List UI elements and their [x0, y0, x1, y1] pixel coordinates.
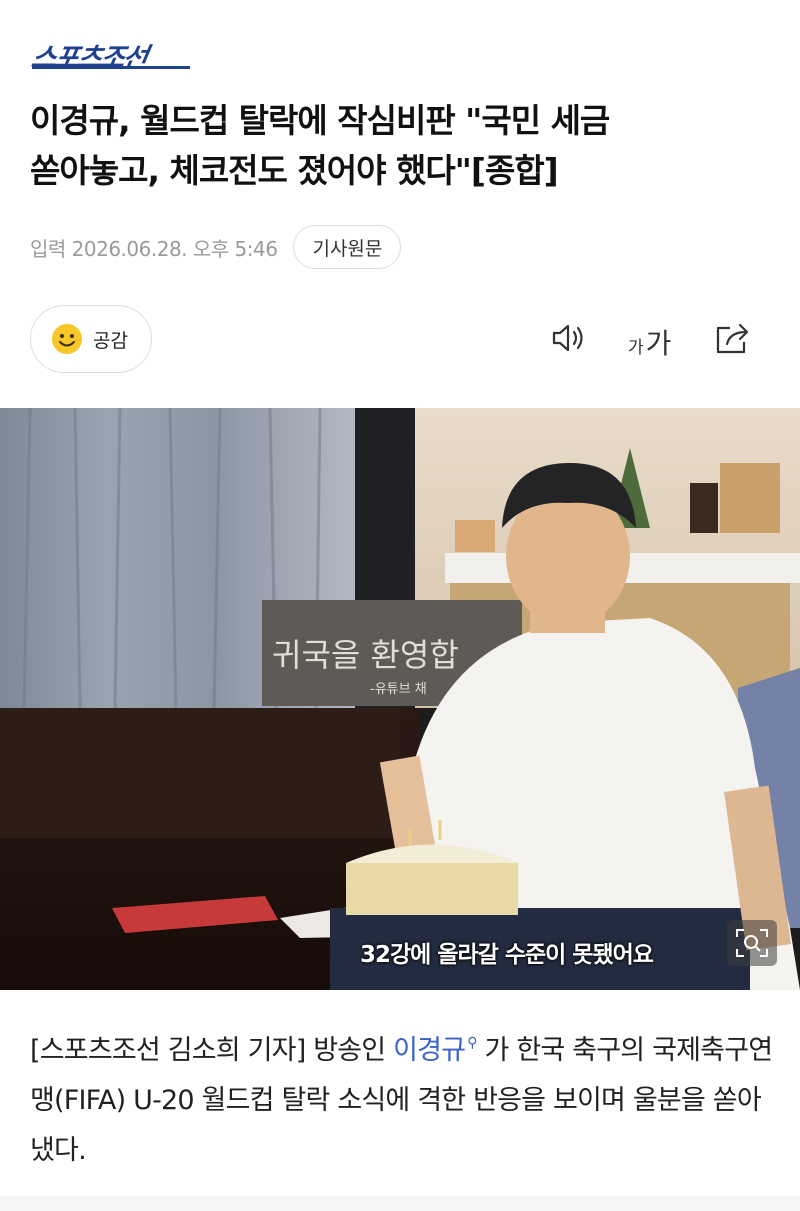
- font-size-large-glyph: 가: [645, 327, 672, 360]
- original-article-label: 기사원문: [312, 237, 383, 260]
- empathy-label: 공감: [93, 329, 128, 352]
- article-title: 이경규, 월드컵 탈락에 작심비판 "국민 세금 쏟아놓고, 체코전도 졌어야 …: [30, 96, 770, 196]
- article-meta: 입력 2026.06.28. 오후 5:46 기사원문: [30, 224, 402, 270]
- title-line-1: 이경규, 월드컵 탈락에 작심비판 "국민 세금: [30, 101, 610, 140]
- font-size-button[interactable]: 가 가: [628, 322, 671, 362]
- poster-subtext: -유튜브 채: [370, 682, 427, 697]
- poster-text: 귀국을 환영합: [272, 636, 459, 674]
- font-size-small-glyph: 가: [628, 338, 644, 358]
- logo-underline: [32, 66, 190, 69]
- person-name: 이경규: [393, 1035, 466, 1066]
- original-article-button[interactable]: 기사원문: [293, 225, 402, 269]
- text-to-speech-button[interactable]: [548, 318, 588, 362]
- person-search-icon: ⚲: [467, 1035, 477, 1051]
- site-logo[interactable]: 스포츠조선: [29, 36, 150, 75]
- empathy-button[interactable]: 공감: [30, 305, 152, 373]
- publish-date: 입력 2026.06.28. 오후 5:46: [30, 236, 278, 261]
- photo-caption: 32강에 올라갈 수준이 못됐어요: [360, 942, 654, 968]
- photo-zoom-button[interactable]: [727, 920, 777, 966]
- share-icon: [716, 323, 749, 354]
- body-text-part1: [스포츠조선 김소희 기자] 방송인: [30, 1035, 394, 1066]
- smile-icon: [52, 324, 82, 354]
- photo-scene: 귀국을 환영합 -유튜브 채: [0, 408, 800, 990]
- person-link[interactable]: 이경규 ⚲: [393, 1035, 477, 1066]
- title-line-2: 쏟아놓고, 체코전도 졌어야 했다"[종합]: [30, 151, 559, 190]
- share-button[interactable]: [712, 318, 754, 362]
- article-photo[interactable]: 귀국을 환영합 -유튜브 채 32강에 올라갈 수준이 못됐어요: [0, 408, 800, 990]
- article-body: [스포츠조선 김소희 기자] 방송인 이경규 ⚲ 가 한국 축구의 국제축구연맹(…: [30, 1018, 775, 1176]
- speaker-icon: [552, 324, 583, 352]
- bottom-divider: [0, 1196, 800, 1211]
- zoom-icon: [736, 929, 768, 957]
